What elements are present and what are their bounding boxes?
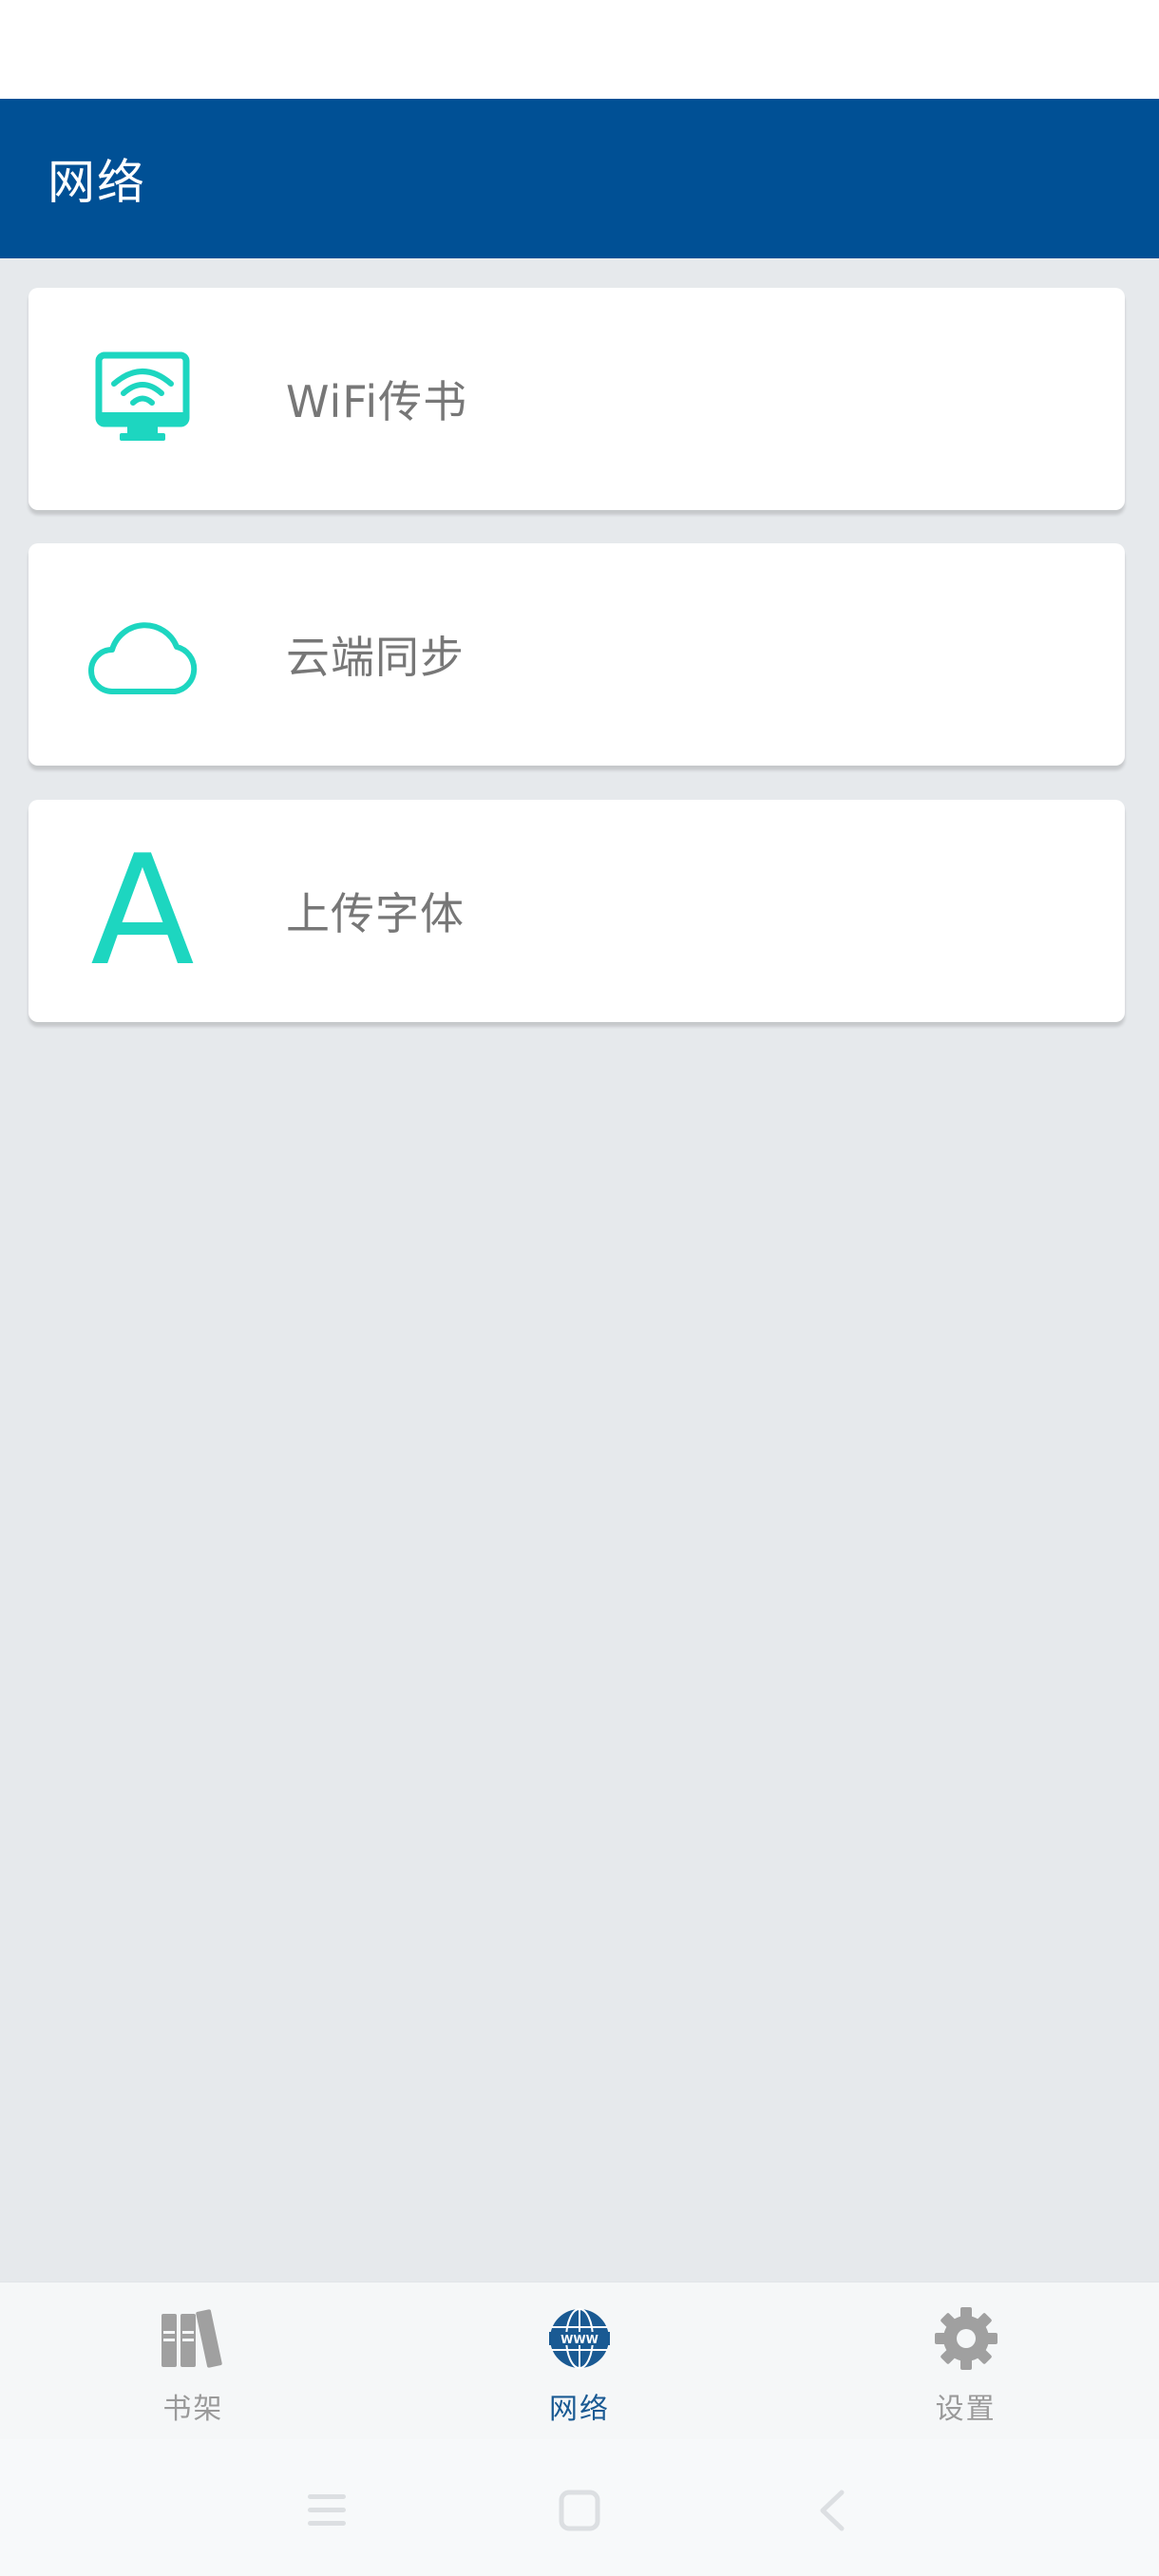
nav-network-label: 网络 — [549, 2393, 610, 2426]
gear-icon — [933, 2305, 999, 2372]
nav-settings-label: 设置 — [935, 2393, 997, 2426]
bottom-nav: 书架 WWW 网络 设置 — [0, 2282, 1159, 2440]
cloud-icon — [84, 596, 201, 713]
svg-text:WWW: WWW — [560, 2333, 598, 2346]
app-bar: 网络 — [0, 99, 1159, 258]
letter-a-icon: A — [90, 822, 195, 999]
upload-font-card[interactable]: A 上传字体 — [28, 800, 1125, 1022]
wifi-transfer-card[interactable]: WiFi传书 — [28, 288, 1125, 510]
www-globe-icon: WWW — [546, 2305, 613, 2372]
wifi-transfer-label: WiFi传书 — [286, 376, 468, 427]
system-nav-bar — [0, 2439, 1159, 2576]
cloud-sync-card[interactable]: 云端同步 — [28, 543, 1125, 766]
nav-bookshelf[interactable]: 书架 — [0, 2282, 387, 2440]
nav-network[interactable]: WWW 网络 — [387, 2282, 773, 2440]
upload-font-label: 上传字体 — [286, 888, 465, 939]
nav-settings[interactable]: 设置 — [772, 2282, 1159, 2440]
page-title: 网络 — [48, 155, 146, 210]
menu-icon[interactable] — [284, 2468, 370, 2553]
back-icon[interactable] — [790, 2468, 876, 2553]
bookshelf-icon — [160, 2305, 226, 2372]
status-bar — [0, 0, 1159, 99]
wifi-monitor-icon — [84, 340, 201, 458]
home-icon[interactable] — [537, 2468, 622, 2553]
cloud-sync-label: 云端同步 — [286, 632, 465, 683]
nav-bookshelf-label: 书架 — [162, 2393, 224, 2426]
